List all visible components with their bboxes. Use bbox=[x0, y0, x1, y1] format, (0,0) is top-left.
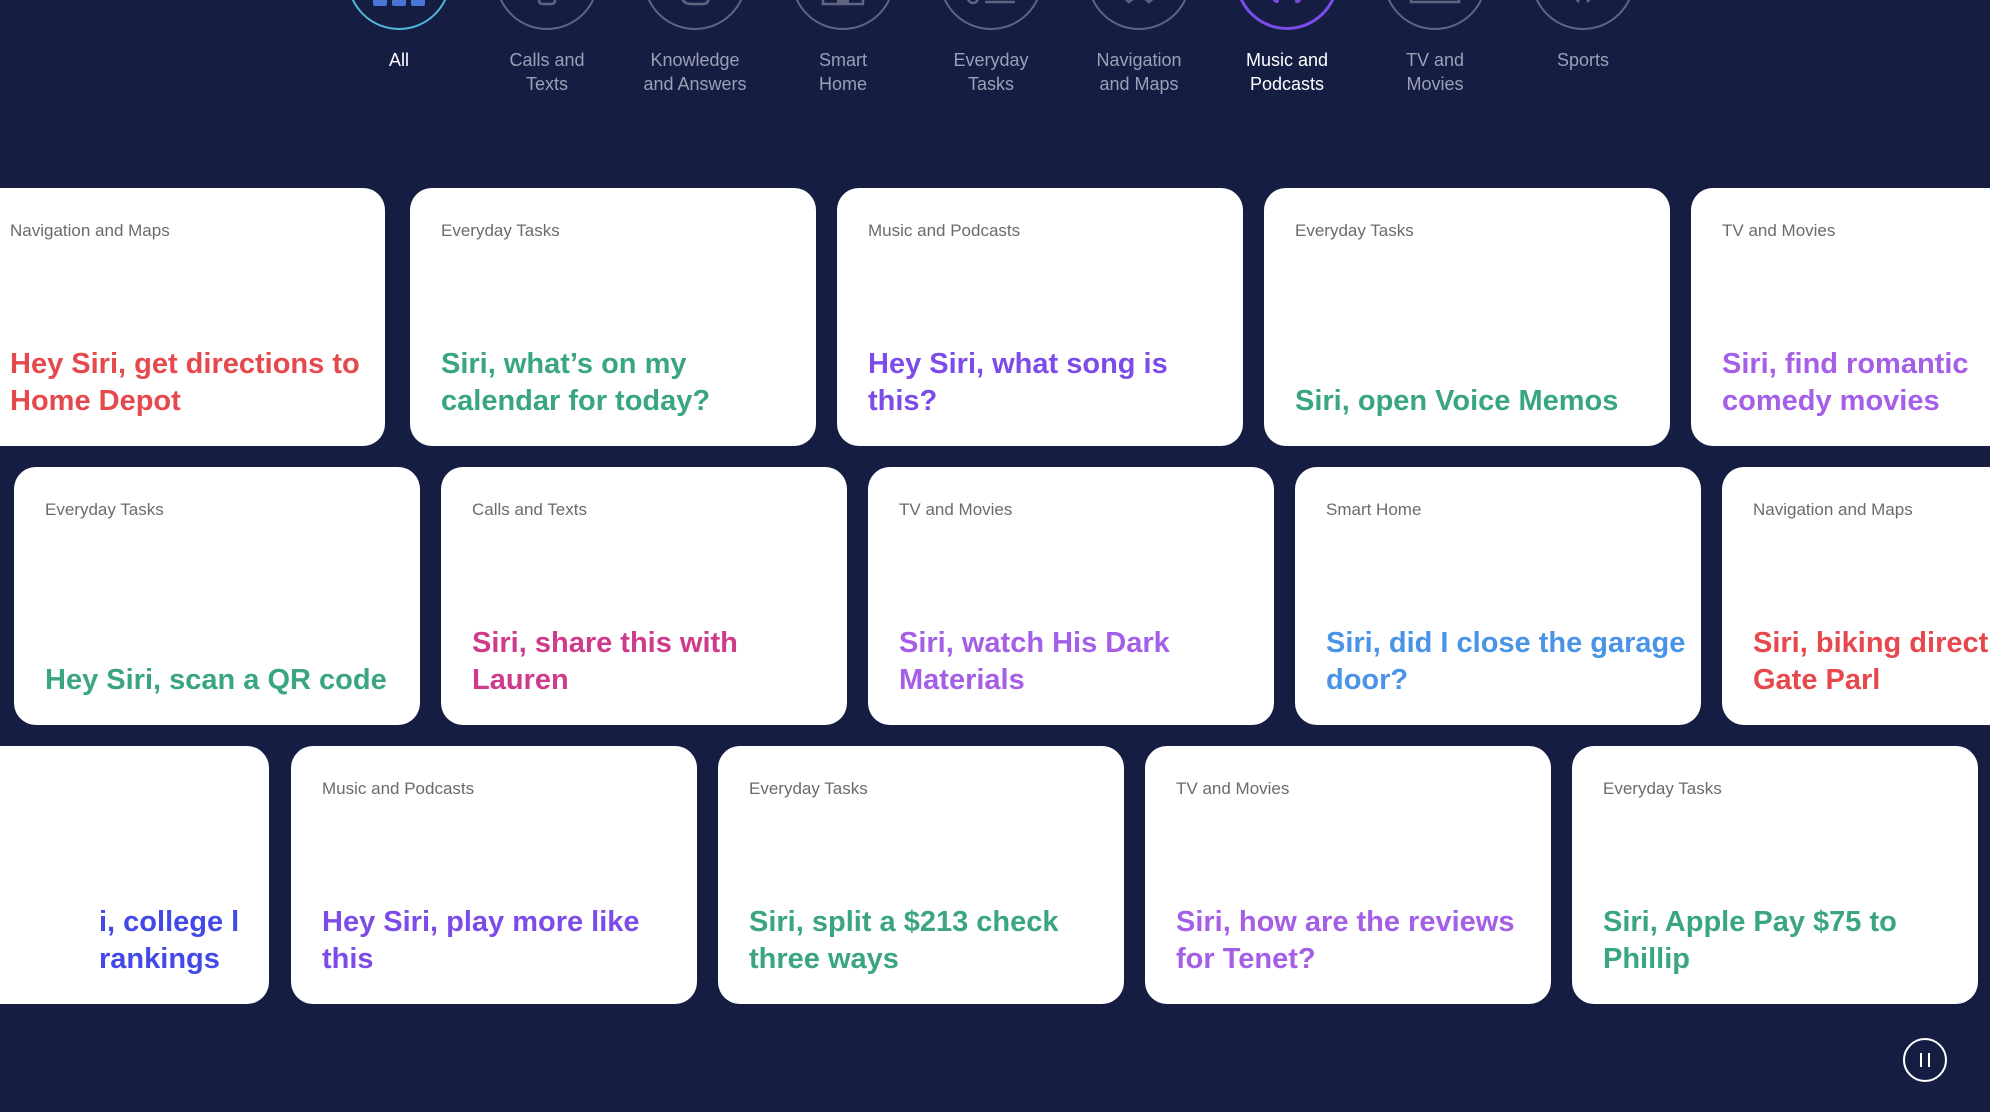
card-phrase: Hey Siri, what song is this? bbox=[868, 348, 1168, 417]
category-filter-bar: All Calls and Texts Knowledge and Answer… bbox=[0, 0, 1990, 120]
card-category: Everyday Tasks bbox=[749, 779, 868, 798]
suggestion-card[interactable]: Everyday Tasks Siri, Apple Pay $75 to Ph… bbox=[1572, 746, 1978, 1004]
pause-icon bbox=[1920, 1053, 1922, 1067]
card-category: Everyday Tasks bbox=[1603, 779, 1722, 798]
card-category: TV and Movies bbox=[1722, 221, 1836, 240]
headphones-icon bbox=[1235, 0, 1339, 30]
filter-calls-and-texts[interactable]: Calls and Texts bbox=[472, 0, 622, 96]
card-category: Everyday Tasks bbox=[1295, 221, 1414, 240]
card-phrase: Siri, share this with Lauren bbox=[472, 627, 738, 696]
suggestion-card[interactable]: TV and Movies Siri, how are the reviews … bbox=[1145, 746, 1551, 1004]
suggestion-card[interactable]: Navigation and Maps Siri, biking direct … bbox=[1722, 467, 1990, 725]
card-phrase: Siri, what’s on my calendar for today? bbox=[441, 348, 711, 417]
card-phrase: Siri, watch His Dark Materials bbox=[899, 627, 1170, 696]
card-category: Music and Podcasts bbox=[322, 779, 475, 798]
filter-sports[interactable]: Sports bbox=[1508, 0, 1658, 72]
filter-label: Navigation and Maps bbox=[1096, 50, 1182, 94]
siri-suggestions-page: All Calls and Texts Knowledge and Answer… bbox=[0, 0, 1990, 1112]
suggestion-row: Everyday Tasks Hey Siri, scan a QR code … bbox=[0, 467, 1990, 725]
filter-smart-home[interactable]: Smart Home bbox=[768, 0, 918, 96]
suggestion-card[interactable]: Smart Home Siri, did I close the garage … bbox=[1295, 467, 1701, 725]
filter-label: All bbox=[388, 50, 409, 70]
card-category: TV and Movies bbox=[899, 500, 1013, 519]
suggestion-card[interactable]: TV and Movies Siri, watch His Dark Mater… bbox=[868, 467, 1274, 725]
card-phrase: Siri, Apple Pay $75 to Phillip bbox=[1603, 906, 1897, 975]
card-category: Navigation and Maps bbox=[1753, 500, 1913, 519]
suggestion-row: i, college l rankings Music and Podcasts… bbox=[0, 746, 1990, 1004]
filter-label: Calls and Texts bbox=[509, 50, 585, 94]
card-category: TV and Movies bbox=[1176, 779, 1290, 798]
phone-icon bbox=[495, 0, 599, 30]
filter-navigation-and-maps[interactable]: Navigation and Maps bbox=[1064, 0, 1214, 96]
filter-all[interactable]: All bbox=[324, 0, 474, 72]
pause-icon bbox=[1928, 1053, 1930, 1067]
card-phrase: Siri, find romantic comedy movies bbox=[1722, 348, 1969, 417]
card-category: Calls and Texts bbox=[472, 500, 587, 519]
suggestion-card[interactable]: TV and Movies Siri, find romantic comedy… bbox=[1691, 188, 1990, 446]
card-phrase: Siri, split a $213 check three ways bbox=[749, 906, 1059, 975]
card-phrase: i, college l rankings bbox=[99, 906, 240, 975]
filter-label: Music and Podcasts bbox=[1245, 50, 1329, 94]
suggestion-card[interactable]: Everyday Tasks Siri, open Voice Memos bbox=[1264, 188, 1670, 446]
filter-label: Sports bbox=[1556, 50, 1610, 70]
tv-icon bbox=[1383, 0, 1487, 30]
card-phrase: Hey Siri, scan a QR code bbox=[45, 664, 387, 696]
card-phrase: Siri, open Voice Memos bbox=[1295, 385, 1619, 417]
card-phrase: Hey Siri, play more like this bbox=[322, 906, 640, 975]
house-icon bbox=[791, 0, 895, 30]
card-category: Smart Home bbox=[1326, 500, 1422, 519]
suggestion-card[interactable]: i, college l rankings bbox=[0, 746, 269, 1004]
hand-icon bbox=[643, 0, 747, 30]
filter-knowledge-and-answers[interactable]: Knowledge and Answers bbox=[620, 0, 770, 96]
filter-label: Everyday Tasks bbox=[953, 50, 1029, 94]
filter-label: TV and Movies bbox=[1405, 50, 1465, 94]
card-category: Navigation and Maps bbox=[10, 221, 170, 240]
filter-label: Knowledge and Answers bbox=[643, 50, 747, 94]
card-category: Music and Podcasts bbox=[868, 221, 1021, 240]
suggestion-card[interactable]: Everyday Tasks Siri, split a $213 check … bbox=[718, 746, 1124, 1004]
map-icon bbox=[1087, 0, 1191, 30]
checklist-icon bbox=[939, 0, 1043, 30]
card-phrase: Siri, how are the reviews for Tenet? bbox=[1176, 906, 1515, 975]
suggestion-row: Navigation and Maps Hey Siri, get direct… bbox=[0, 188, 1990, 446]
suggestion-card[interactable]: Navigation and Maps Hey Siri, get direct… bbox=[0, 188, 385, 446]
suggestion-card[interactable]: Music and Podcasts Hey Siri, what song i… bbox=[837, 188, 1243, 446]
suggestion-card[interactable]: Everyday Tasks Hey Siri, scan a QR code bbox=[14, 467, 420, 725]
card-category: Everyday Tasks bbox=[45, 500, 164, 519]
grid-bars-icon bbox=[347, 0, 451, 30]
suggestion-card[interactable]: Calls and Texts Siri, share this with La… bbox=[441, 467, 847, 725]
card-category: Everyday Tasks bbox=[441, 221, 560, 240]
pause-button[interactable] bbox=[1903, 1038, 1947, 1082]
suggestion-card[interactable]: Music and Podcasts Hey Siri, play more l… bbox=[291, 746, 697, 1004]
suggestion-card[interactable]: Everyday Tasks Siri, what’s on my calend… bbox=[410, 188, 816, 446]
filter-everyday-tasks[interactable]: Everyday Tasks bbox=[916, 0, 1066, 96]
filter-tv-and-movies[interactable]: TV and Movies bbox=[1360, 0, 1510, 96]
sports-icon bbox=[1531, 0, 1635, 30]
card-phrase: Siri, biking direct Golden Gate Parl bbox=[1753, 627, 1990, 696]
card-phrase: Hey Siri, get directions to Home Depot bbox=[10, 348, 360, 417]
card-phrase: Siri, did I close the garage door? bbox=[1326, 627, 1686, 696]
filter-label: Smart Home bbox=[818, 50, 867, 94]
filter-music-and-podcasts[interactable]: Music and Podcasts bbox=[1212, 0, 1362, 96]
